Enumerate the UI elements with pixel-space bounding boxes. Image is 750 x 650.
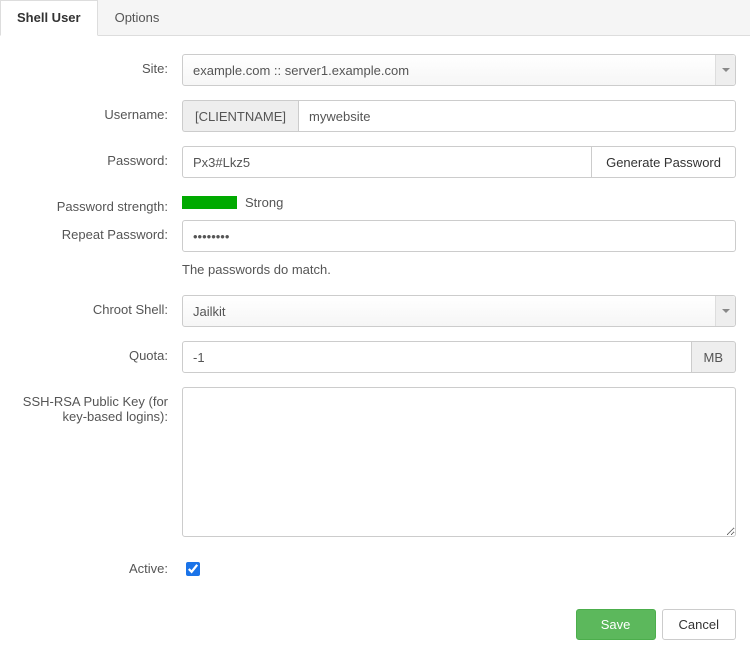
password-input[interactable] xyxy=(182,146,592,178)
site-select[interactable]: example.com :: server1.example.com xyxy=(182,54,736,86)
label-quota: Quota: xyxy=(14,341,182,363)
form: Site: example.com :: server1.example.com… xyxy=(0,36,750,603)
label-repeat-password: Repeat Password: xyxy=(14,220,182,242)
chroot-shell-select[interactable]: Jailkit xyxy=(182,295,736,327)
password-match-message: The passwords do match. xyxy=(182,262,736,277)
cancel-button[interactable]: Cancel xyxy=(662,609,736,640)
active-checkbox[interactable] xyxy=(186,562,200,576)
quota-unit: MB xyxy=(692,341,737,373)
tab-shell-user[interactable]: Shell User xyxy=(0,0,98,36)
ssh-key-textarea[interactable] xyxy=(182,387,736,537)
form-footer: Save Cancel xyxy=(0,603,750,650)
quota-input[interactable] xyxy=(182,341,692,373)
label-password-strength: Password strength: xyxy=(14,192,182,214)
label-chroot-shell: Chroot Shell: xyxy=(14,295,182,317)
repeat-password-input[interactable] xyxy=(182,220,736,252)
save-button[interactable]: Save xyxy=(576,609,656,640)
label-password: Password: xyxy=(14,146,182,168)
username-input[interactable] xyxy=(298,100,736,132)
label-site: Site: xyxy=(14,54,182,76)
username-prefix: [CLIENTNAME] xyxy=(182,100,298,132)
generate-password-button[interactable]: Generate Password xyxy=(592,146,736,178)
password-strength-text: Strong xyxy=(245,195,283,210)
password-strength-bar xyxy=(182,196,237,209)
label-username: Username: xyxy=(14,100,182,122)
tab-options[interactable]: Options xyxy=(98,0,177,36)
label-ssh-key: SSH-RSA Public Key (for key-based logins… xyxy=(14,387,182,424)
tab-bar: Shell User Options xyxy=(0,0,750,36)
label-active: Active: xyxy=(14,554,182,576)
